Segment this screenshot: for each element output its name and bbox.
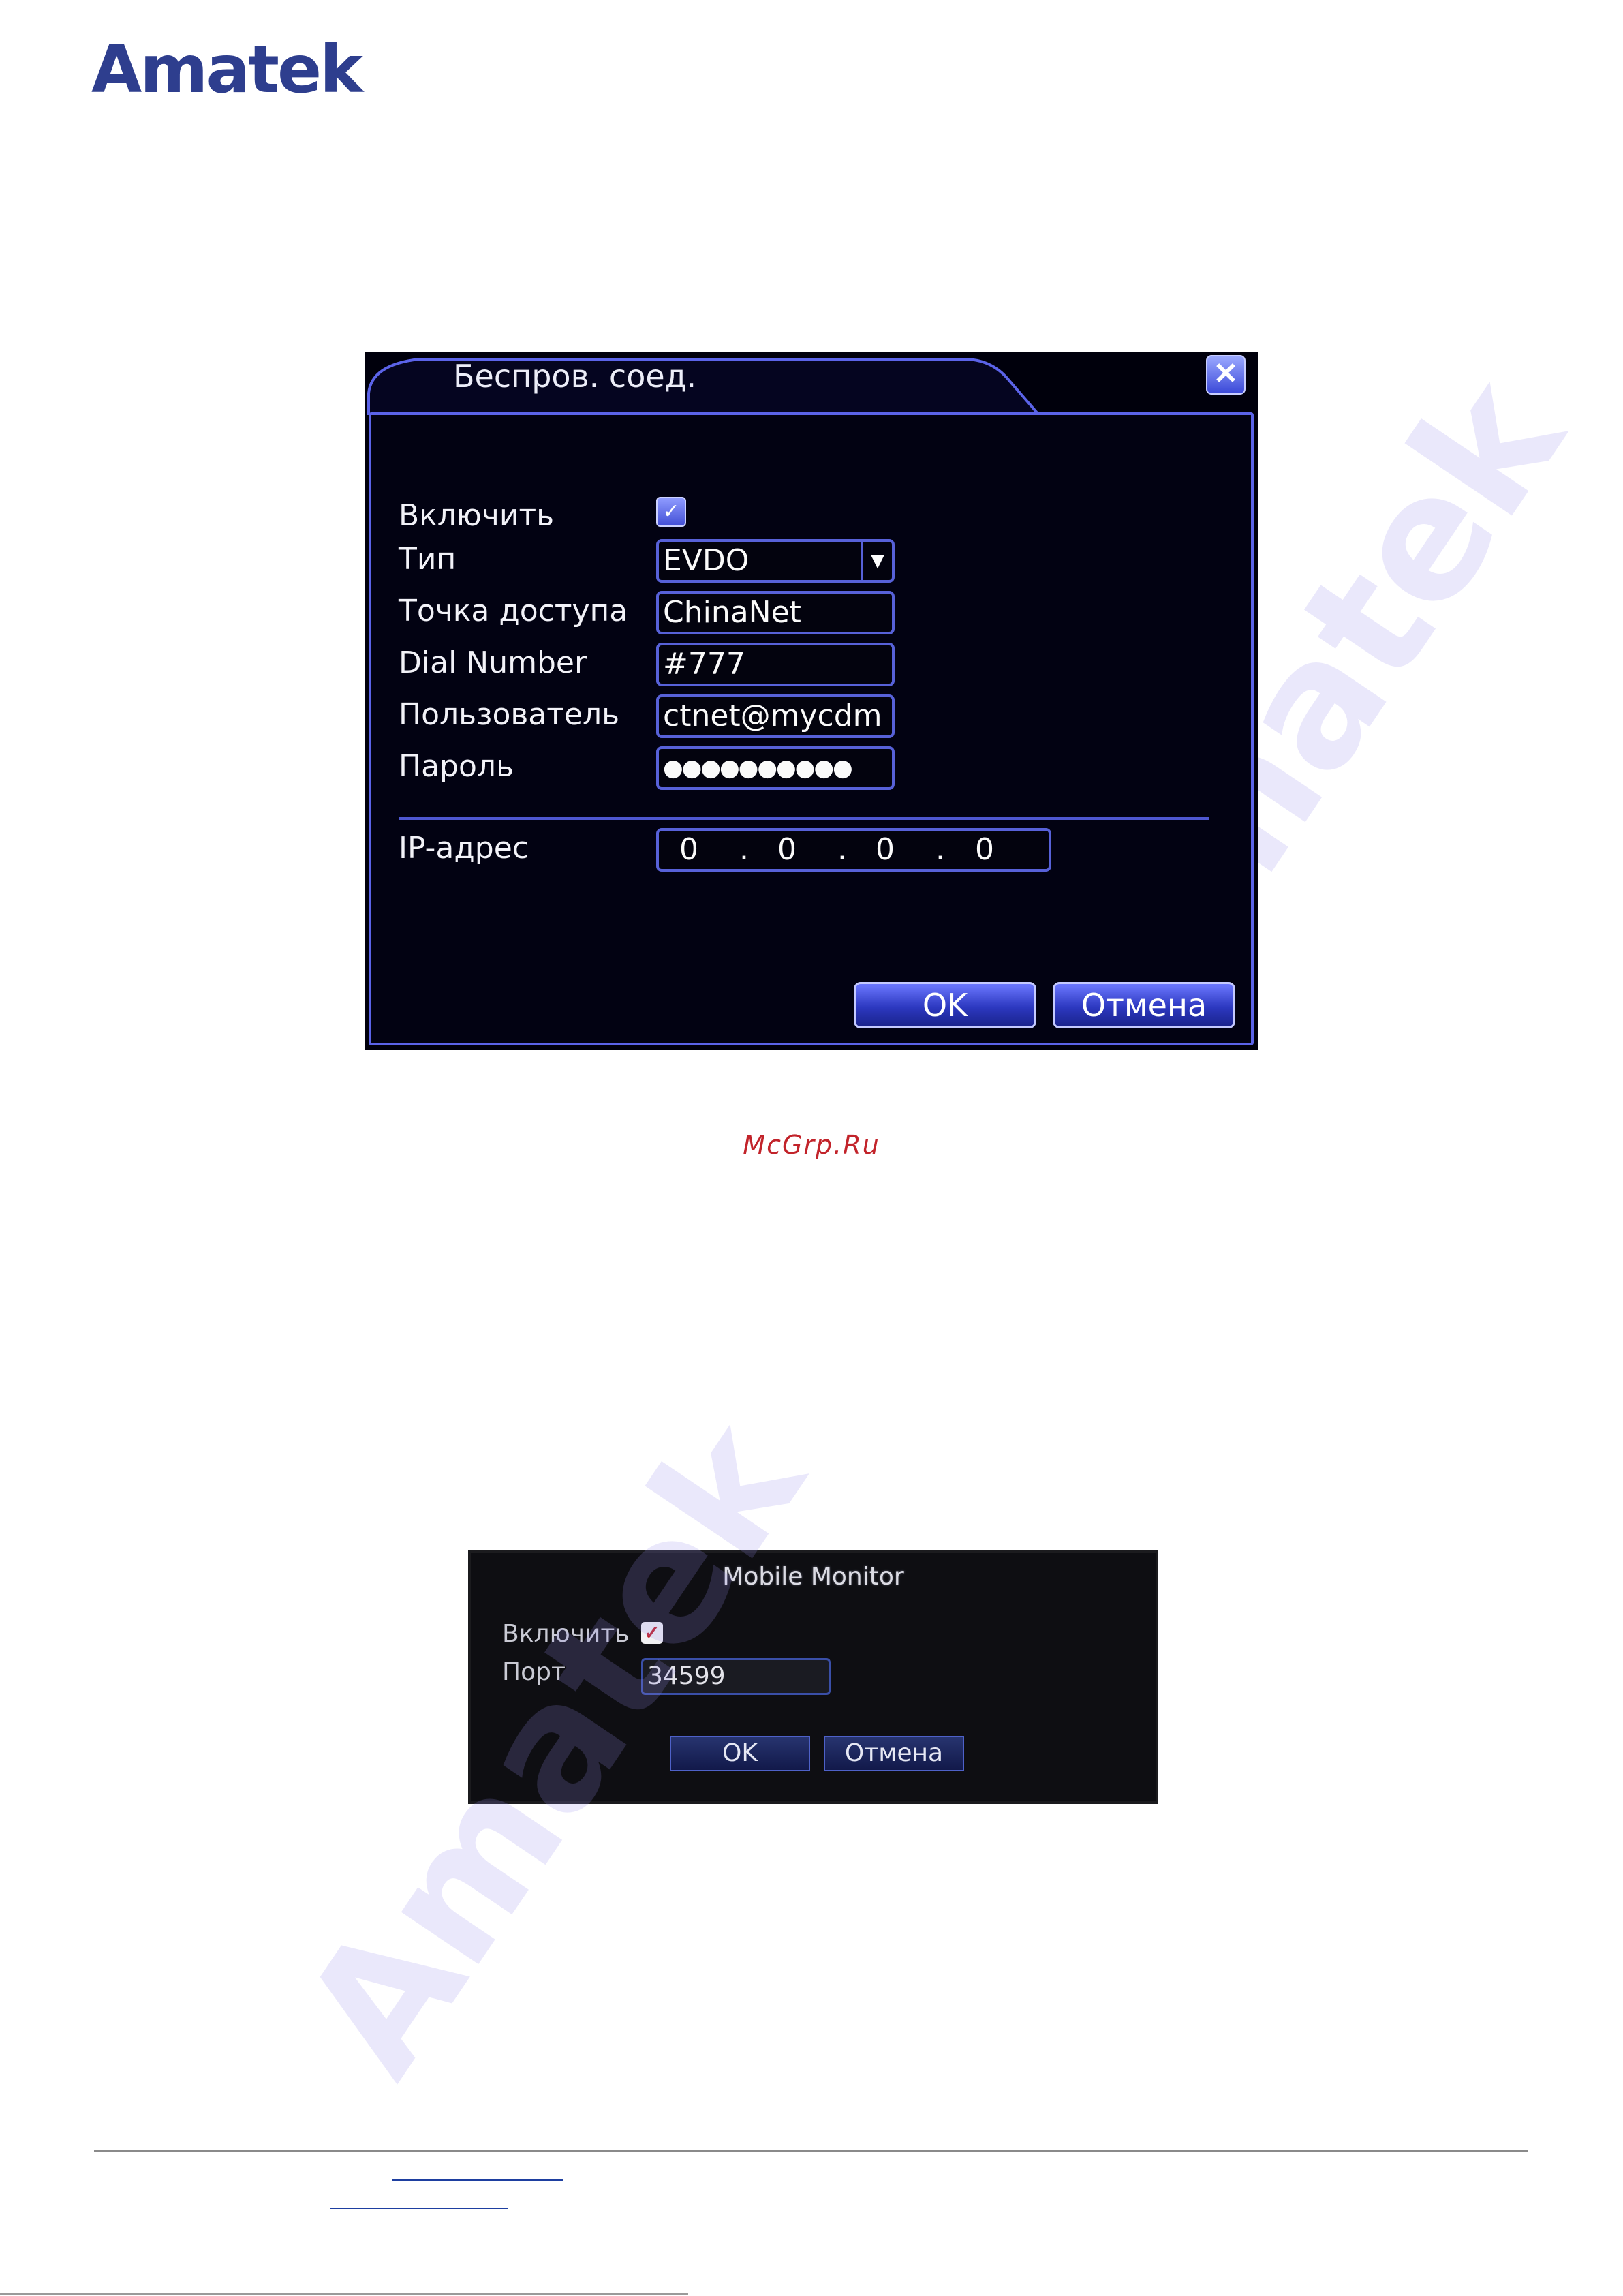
type-value: EVDO	[663, 543, 749, 578]
access-point-field[interactable]: ChinaNet	[656, 591, 895, 634]
site-caption: McGrp.Ru	[743, 1130, 880, 1160]
cancel-button[interactable]: Отмена	[1053, 982, 1235, 1028]
dial-number-field[interactable]: #777	[656, 643, 895, 686]
cancel-button[interactable]: Отмена	[824, 1736, 964, 1771]
amatek-logo: Amatek	[91, 31, 363, 108]
password-field[interactable]: ●●●●●●●●●●	[656, 746, 895, 790]
close-icon[interactable]: ✕	[1206, 355, 1246, 395]
bottom-divider	[0, 2293, 688, 2295]
dial-number-label: Dial Number	[399, 645, 587, 680]
enable-checkbox[interactable]: ✓	[656, 497, 686, 527]
ip-dot: .	[739, 832, 749, 867]
type-dropdown[interactable]: EVDO ▼	[656, 539, 895, 583]
dialog-body: Включить ✓ Тип EVDO ▼ Точка доступа Chin…	[369, 412, 1254, 1045]
footer-divider	[94, 2150, 1528, 2152]
separator	[399, 817, 1209, 820]
footer-link[interactable]	[330, 2208, 508, 2209]
ip-address-field[interactable]: 0 . 0 . 0 . 0	[656, 828, 1051, 872]
wireless-dialog: Беспров. соед. ✕ Включить ✓ Тип EVDO ▼ Т…	[365, 352, 1258, 1050]
ip-dot: .	[936, 832, 945, 867]
ip-octet: 0	[777, 832, 797, 867]
ip-dot: .	[837, 832, 847, 867]
access-point-label: Точка доступа	[399, 594, 628, 628]
ip-octet: 0	[876, 832, 895, 867]
chevron-down-icon[interactable]: ▼	[861, 542, 892, 580]
user-label: Пользователь	[399, 697, 620, 732]
footer-link[interactable]	[392, 2179, 563, 2181]
ip-address-label: IP-адрес	[399, 831, 529, 866]
ok-button[interactable]: OK	[670, 1736, 810, 1771]
enable-label: Включить	[399, 498, 555, 533]
type-label: Тип	[399, 542, 457, 577]
password-label: Пароль	[399, 749, 514, 784]
ok-button[interactable]: OK	[854, 982, 1036, 1028]
ip-octet: 0	[679, 832, 698, 867]
ip-octet: 0	[975, 832, 994, 867]
user-field[interactable]: ctnet@mycdm	[656, 694, 895, 738]
dialog-title: Беспров. соед.	[453, 358, 697, 395]
